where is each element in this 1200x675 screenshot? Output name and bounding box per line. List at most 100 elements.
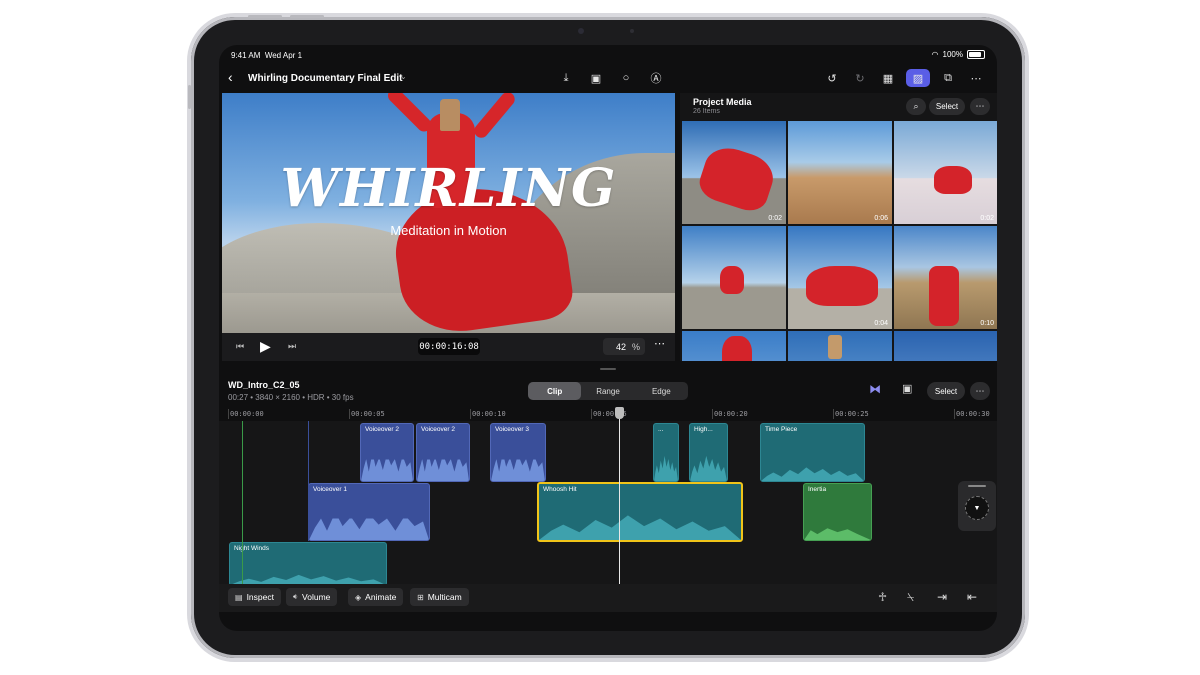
jog-wheel-icon[interactable]: ▼: [965, 496, 989, 520]
trash-icon[interactable]: ♱: [878, 590, 887, 604]
playhead[interactable]: [619, 407, 620, 584]
trim-icon[interactable]: ⇤: [967, 590, 977, 604]
jog-grabber[interactable]: [968, 485, 986, 487]
media-browser-icon[interactable]: ▨: [906, 69, 930, 87]
media-more-icon[interactable]: ⋯: [970, 98, 990, 115]
video-subtitle-overlay: Meditation in Motion: [390, 223, 507, 238]
media-thumbnail[interactable]: 0:04: [788, 226, 892, 329]
audio-clip[interactable]: Night Winds: [229, 542, 387, 586]
microphone-icon[interactable]: ○: [616, 69, 636, 87]
clip-label: Voiceover 2: [421, 426, 455, 433]
ruler-label: 00:00:00: [230, 410, 264, 418]
media-thumbnail[interactable]: 0:10: [894, 226, 997, 329]
media-thumbnail[interactable]: 0:06: [788, 121, 892, 224]
media-select-button[interactable]: Select: [929, 98, 965, 115]
status-date: Wed Apr 1: [264, 51, 303, 60]
play-icon[interactable]: ▶: [260, 338, 271, 355]
timeline-more-icon[interactable]: ⋯: [970, 382, 990, 400]
clip-label: ...: [658, 426, 664, 433]
multicam-grid-icon: ⊞: [417, 592, 424, 602]
media-thumbnail[interactable]: 0:02: [894, 121, 997, 224]
audio-clip[interactable]: Voiceover 2: [360, 423, 414, 482]
multicam-label: Multicam: [427, 592, 462, 602]
zoom-unit: %: [631, 341, 640, 352]
import-icon[interactable]: ⤓: [556, 69, 576, 87]
split-icon[interactable]: ⇥: [937, 590, 947, 604]
more-icon[interactable]: ⋯: [966, 69, 986, 87]
side-button: [188, 85, 191, 109]
music-clip[interactable]: Inertia: [803, 483, 872, 541]
viewer-zoom[interactable]: 42 %: [603, 338, 645, 355]
segment-clip[interactable]: Clip: [528, 382, 582, 400]
selected-clip-meta: 00:27 • 3840 × 2160 • HDR • 30 fps: [228, 393, 354, 402]
status-right: ◠ 100%: [932, 50, 985, 59]
ruler-label: 00:00:10: [472, 410, 506, 418]
project-title[interactable]: Whirling Documentary Final Edit: [248, 73, 402, 84]
media-thumbnail[interactable]: [682, 226, 786, 329]
ruler-label: 00:00:20: [714, 410, 748, 418]
clip-label: Voiceover 1: [313, 486, 347, 493]
ruler-label: 00:00:30: [956, 410, 990, 418]
clip-label: Time Piece: [765, 426, 798, 433]
camera-icon[interactable]: ▣: [586, 69, 606, 87]
camera-roll-icon[interactable]: ▣: [902, 382, 912, 395]
pencil-icon[interactable]: Ⓐ: [646, 69, 666, 87]
timeline-select-button[interactable]: Select: [927, 382, 965, 400]
audio-clip[interactable]: Time Piece: [760, 423, 865, 482]
segment-edge[interactable]: Edge: [635, 382, 688, 400]
battery-percent: 100%: [942, 50, 963, 59]
timeline-tracks[interactable]: Voiceover 2 Voiceover 2 Voiceover 3 ... …: [219, 421, 997, 586]
search-icon[interactable]: ⌕: [906, 98, 926, 115]
audio-clip[interactable]: Voiceover 2: [416, 423, 470, 482]
thumb-duration: 0:10: [980, 320, 994, 327]
top-button: [290, 15, 324, 18]
media-thumbnail[interactable]: [788, 331, 892, 361]
status-time-date: 9:41 AM Wed Apr 1: [231, 51, 302, 60]
volume-label: Volume: [302, 592, 331, 602]
title-chevron-down-icon[interactable]: ⌄: [400, 72, 407, 81]
undo-icon[interactable]: ↺: [822, 69, 842, 87]
sensor: [630, 29, 634, 33]
multicam-icon[interactable]: ⧉: [938, 69, 958, 87]
media-thumbnail[interactable]: [894, 331, 997, 361]
dancer-hat: [440, 99, 460, 131]
clip-label: Voiceover 2: [365, 426, 399, 433]
video-title-overlay: WHIRLING: [280, 158, 617, 219]
playhead-handle[interactable]: [615, 407, 624, 419]
segment-range[interactable]: Range: [581, 382, 634, 400]
multicam-button[interactable]: ⊞ Multicam: [410, 588, 469, 606]
resize-handle[interactable]: [600, 368, 616, 370]
skip-back-icon[interactable]: ⏮: [236, 341, 244, 352]
audio-clip[interactable]: Voiceover 3: [490, 423, 546, 482]
audio-clip[interactable]: ...: [653, 423, 679, 482]
animate-button[interactable]: ◈ Animate: [348, 588, 404, 606]
snapping-icon[interactable]: ⧓: [869, 382, 881, 396]
selected-audio-clip[interactable]: Whoosh Hit: [537, 482, 743, 542]
detach-audio-icon[interactable]: ⍀: [907, 590, 914, 605]
zoom-value: 42: [615, 341, 626, 352]
inspect-button[interactable]: ▤ Inspect: [228, 588, 281, 606]
clip-label: Inertia: [808, 486, 827, 493]
inspector-icon[interactable]: ▦: [878, 69, 898, 87]
timeline-ruler[interactable]: 00:00:00 00:00:05 00:00:10 00:00:15 00:0…: [228, 407, 990, 421]
audio-clip[interactable]: High...: [689, 423, 728, 482]
volume-button[interactable]: 🔉︎ Volume: [286, 588, 338, 606]
media-thumbnail[interactable]: 0:02: [682, 121, 786, 224]
audio-clip[interactable]: Voiceover 1: [308, 483, 430, 541]
thumb-duration: 0:02: [980, 215, 994, 222]
timecode-display[interactable]: 00:00:16:08: [418, 338, 480, 355]
media-count: 26 Items: [693, 108, 720, 115]
toolbar-center: ⤓ ▣ ○ Ⓐ: [556, 69, 666, 87]
skip-forward-icon[interactable]: ⏭: [288, 341, 296, 352]
redo-icon[interactable]: ↻: [850, 69, 870, 87]
video-viewer[interactable]: WHIRLING Meditation in Motion: [222, 93, 675, 333]
animate-label: Animate: [365, 592, 397, 602]
back-chevron-icon[interactable]: ‹: [228, 69, 233, 85]
viewer-more-icon[interactable]: ⋯: [654, 337, 665, 350]
status-bar: 9:41 AM Wed Apr 1 ◠ 100%: [219, 45, 997, 65]
ruler-label: 00:00:05: [351, 410, 385, 418]
toolbar: ‹ Whirling Documentary Final Edit ⌄ ⤓ ▣ …: [219, 65, 997, 93]
media-thumbnail[interactable]: [682, 331, 786, 361]
track-guide: [242, 421, 243, 584]
toolbar-right: ↺ ↻ ▦ ▨ ⧉ ⋯: [822, 69, 986, 87]
